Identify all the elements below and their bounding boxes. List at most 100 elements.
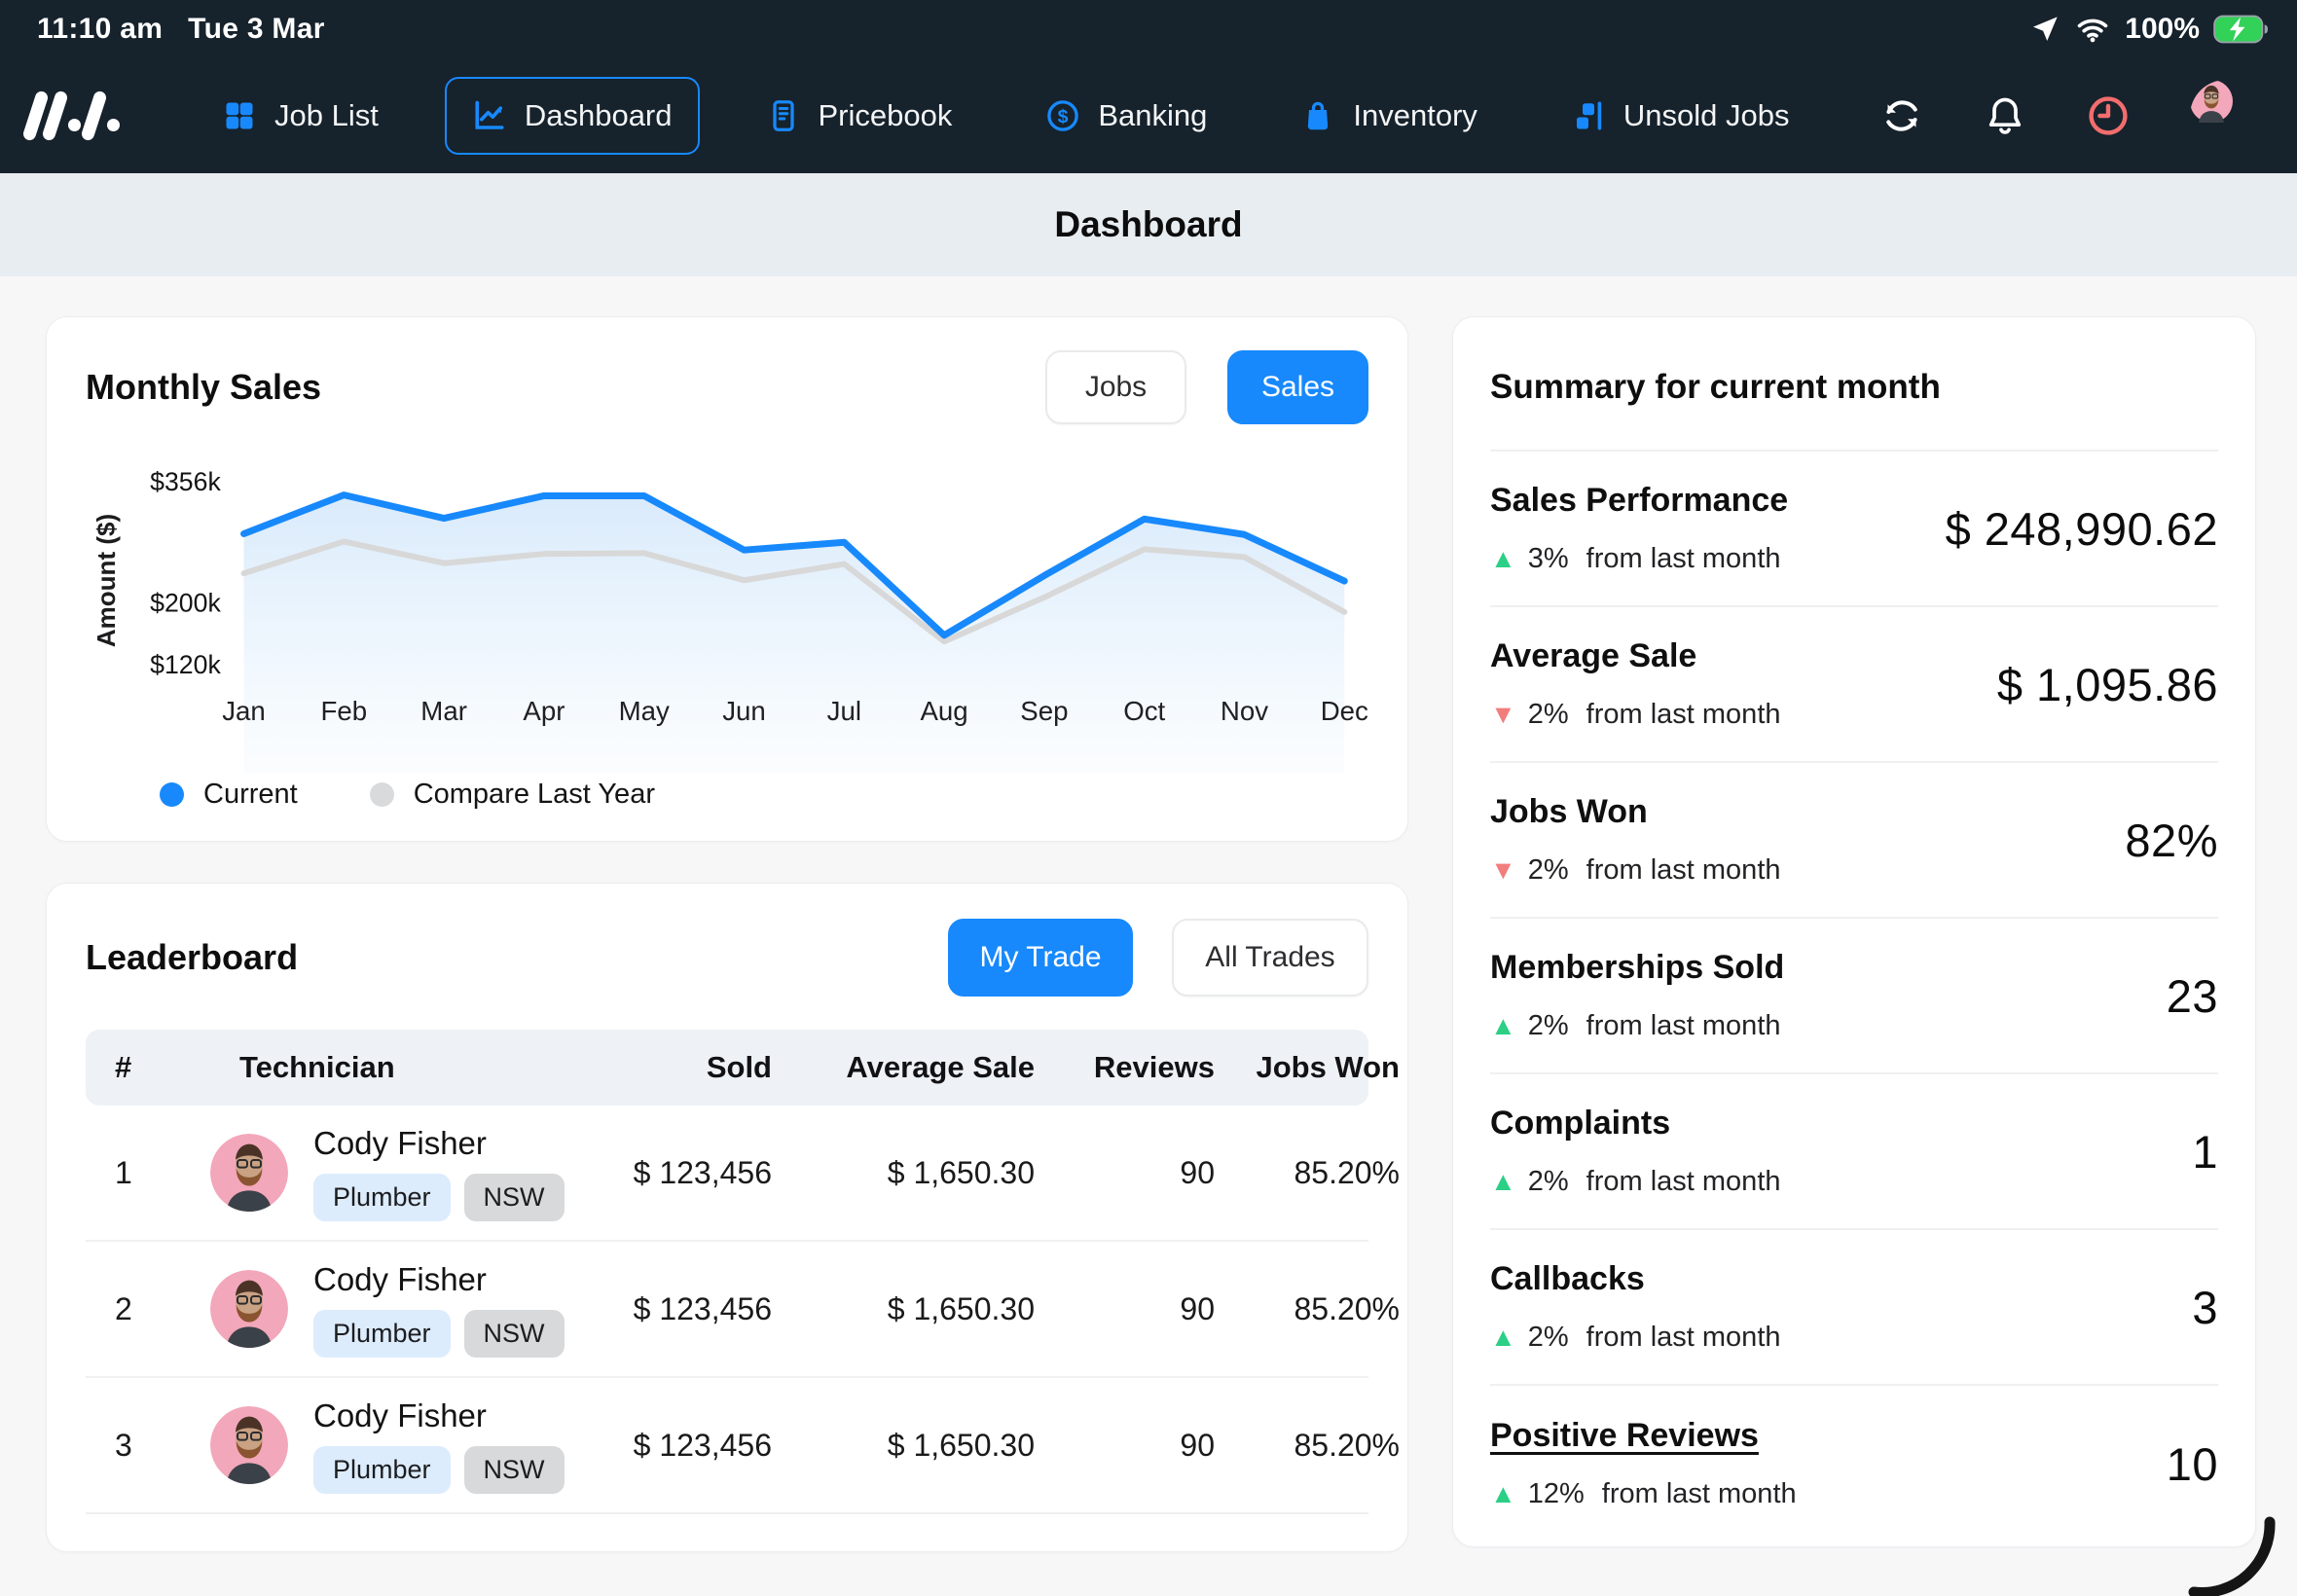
svg-text:Apr: Apr (523, 696, 565, 726)
metric-name[interactable]: Complaints (1490, 1105, 1781, 1143)
monthly-sales-title: Monthly Sales (86, 367, 321, 408)
reviews-cell: 90 (1035, 1291, 1215, 1327)
legend-label: Compare Last Year (414, 779, 655, 811)
jobs-won-cell: 85.20% (1215, 1428, 1400, 1464)
jobs-toggle-button[interactable]: Jobs (1045, 350, 1186, 424)
svg-text:Jan: Jan (222, 696, 266, 726)
svg-text:Feb: Feb (320, 696, 367, 726)
status-date: Tue 3 Mar (188, 13, 325, 46)
rank-cell: 2 (115, 1291, 177, 1327)
nav-label: Banking (1098, 98, 1207, 133)
trend-arrow-icon (1490, 1479, 1516, 1509)
table-row[interactable]: 3 Cody Fisher Plumber NSW (86, 1378, 1368, 1514)
nav-item-job-list[interactable]: Job List (195, 77, 406, 155)
svg-text:Aug: Aug (921, 696, 968, 726)
summary-rows: Sales Performance 3% from last month $ 2… (1490, 452, 2218, 1542)
sync-icon[interactable] (1880, 94, 1923, 137)
trend-note: from last month (1586, 1322, 1781, 1354)
nav-item-banking[interactable]: $ Banking (1018, 77, 1234, 155)
nav-items: Job List Dashboard Pricebook $ Banking I… (195, 77, 1880, 155)
summary-metric-row: Complaints 2% from last month 1 (1490, 1074, 2218, 1230)
metric-trend: 2% from last month (1490, 699, 1781, 731)
status-time: 11:10 am (37, 13, 163, 46)
battery-percent: 100% (2125, 13, 2200, 46)
time-clock-icon[interactable] (2087, 94, 2130, 137)
metric-value: 10 (2167, 1437, 2218, 1491)
svg-text:May: May (619, 696, 670, 726)
sales-toggle-button[interactable]: Sales (1227, 350, 1368, 424)
main-content: Monthly Sales Jobs Sales Amount ($) $356… (0, 276, 2297, 1552)
metric-name[interactable]: Memberships Sold (1490, 949, 1784, 987)
sold-cell: $ 123,456 (548, 1428, 772, 1464)
location-icon (2029, 14, 2060, 45)
trend-percent: 2% (1528, 854, 1569, 887)
metric-name[interactable]: Jobs Won (1490, 793, 1781, 831)
monthly-sales-chart: $356k$200k$120kJanFebMarAprMayJunJulAugS… (128, 446, 1368, 773)
trade-toggle: My Trade All Trades (948, 919, 1368, 997)
profile-avatar[interactable] (2190, 80, 2262, 152)
trend-arrow-icon (1490, 1323, 1516, 1353)
nav-item-pricebook[interactable]: Pricebook (739, 77, 980, 155)
nav-item-inventory[interactable]: Inventory (1273, 77, 1505, 155)
col-average-sale: Average Sale (772, 1050, 1035, 1085)
page-title-bar: Dashboard (0, 173, 2297, 276)
unsold-jobs-icon (1571, 98, 1606, 133)
svg-text:$120k: $120k (150, 650, 221, 679)
app-logo[interactable] (29, 91, 150, 141)
average-sale-cell: $ 1,650.30 (772, 1428, 1035, 1464)
monthly-sales-card: Monthly Sales Jobs Sales Amount ($) $356… (46, 316, 1408, 842)
nav-label: Dashboard (525, 98, 673, 133)
bell-icon[interactable] (1984, 94, 2026, 137)
nav-item-unsold-jobs[interactable]: Unsold Jobs (1544, 77, 1817, 155)
corner-loading-arc (2186, 1512, 2279, 1596)
dollar-circle-icon: $ (1045, 98, 1080, 133)
my-trade-button[interactable]: My Trade (948, 919, 1133, 997)
battery-icon (2213, 15, 2268, 44)
svg-text:$356k: $356k (150, 467, 221, 496)
leaderboard-title: Leaderboard (86, 937, 298, 978)
svg-text:Mar: Mar (420, 696, 467, 726)
average-sale-cell: $ 1,650.30 (772, 1291, 1035, 1327)
logo-dot (107, 119, 120, 131)
summary-metric-row: Positive Reviews 12% from last month 10 (1490, 1386, 2218, 1542)
technician-avatar (210, 1406, 288, 1484)
table-row[interactable]: 2 Cody Fisher Plumber NSW (86, 1242, 1368, 1378)
avatar-image (2190, 80, 2233, 123)
trade-badge: Plumber (313, 1174, 451, 1221)
metric-value: 23 (2167, 969, 2218, 1023)
trend-arrow-icon (1490, 1167, 1516, 1197)
technician-cell: Cody Fisher Plumber NSW (177, 1397, 548, 1494)
trend-arrow-icon (1490, 855, 1516, 886)
nav-item-dashboard[interactable]: Dashboard (445, 77, 700, 155)
trend-percent: 3% (1528, 543, 1569, 575)
rank-cell: 3 (115, 1428, 177, 1464)
svg-text:$200k: $200k (150, 588, 221, 617)
metric-trend: 12% from last month (1490, 1478, 1797, 1510)
metric-value: 82% (2125, 814, 2218, 867)
summary-metric-row: Callbacks 2% from last month 3 (1490, 1230, 2218, 1386)
metric-name[interactable]: Positive Reviews (1490, 1417, 1797, 1455)
summary-title: Summary for current month (1490, 317, 2218, 452)
nav-label: Job List (274, 98, 379, 133)
nav-label: Inventory (1353, 98, 1477, 133)
sold-cell: $ 123,456 (548, 1155, 772, 1191)
legend-label: Current (203, 779, 298, 811)
trend-percent: 12% (1528, 1478, 1585, 1510)
metric-name[interactable]: Sales Performance (1490, 482, 1788, 520)
metric-value: $ 248,990.62 (1946, 502, 2218, 556)
trend-percent: 2% (1528, 1166, 1569, 1198)
col-jobs-won: Jobs Won (1215, 1050, 1400, 1085)
technician-avatar (210, 1270, 288, 1348)
trend-note: from last month (1586, 543, 1781, 575)
table-row[interactable]: 1 Cody Fisher Plumber NSW (86, 1106, 1368, 1242)
metric-name[interactable]: Callbacks (1490, 1260, 1781, 1298)
all-trades-button[interactable]: All Trades (1172, 919, 1368, 997)
line-chart-icon (472, 98, 507, 133)
monthly-sales-chart-zone: Amount ($) $356k$200k$120kJanFebMarAprMa… (86, 446, 1368, 773)
svg-text:Jul: Jul (827, 696, 861, 726)
col-sold: Sold (548, 1050, 772, 1085)
metric-name[interactable]: Average Sale (1490, 637, 1781, 675)
metric-trend: 2% from last month (1490, 854, 1781, 887)
sales-jobs-toggle: Jobs Sales (1045, 350, 1368, 424)
svg-text:Dec: Dec (1321, 696, 1368, 726)
